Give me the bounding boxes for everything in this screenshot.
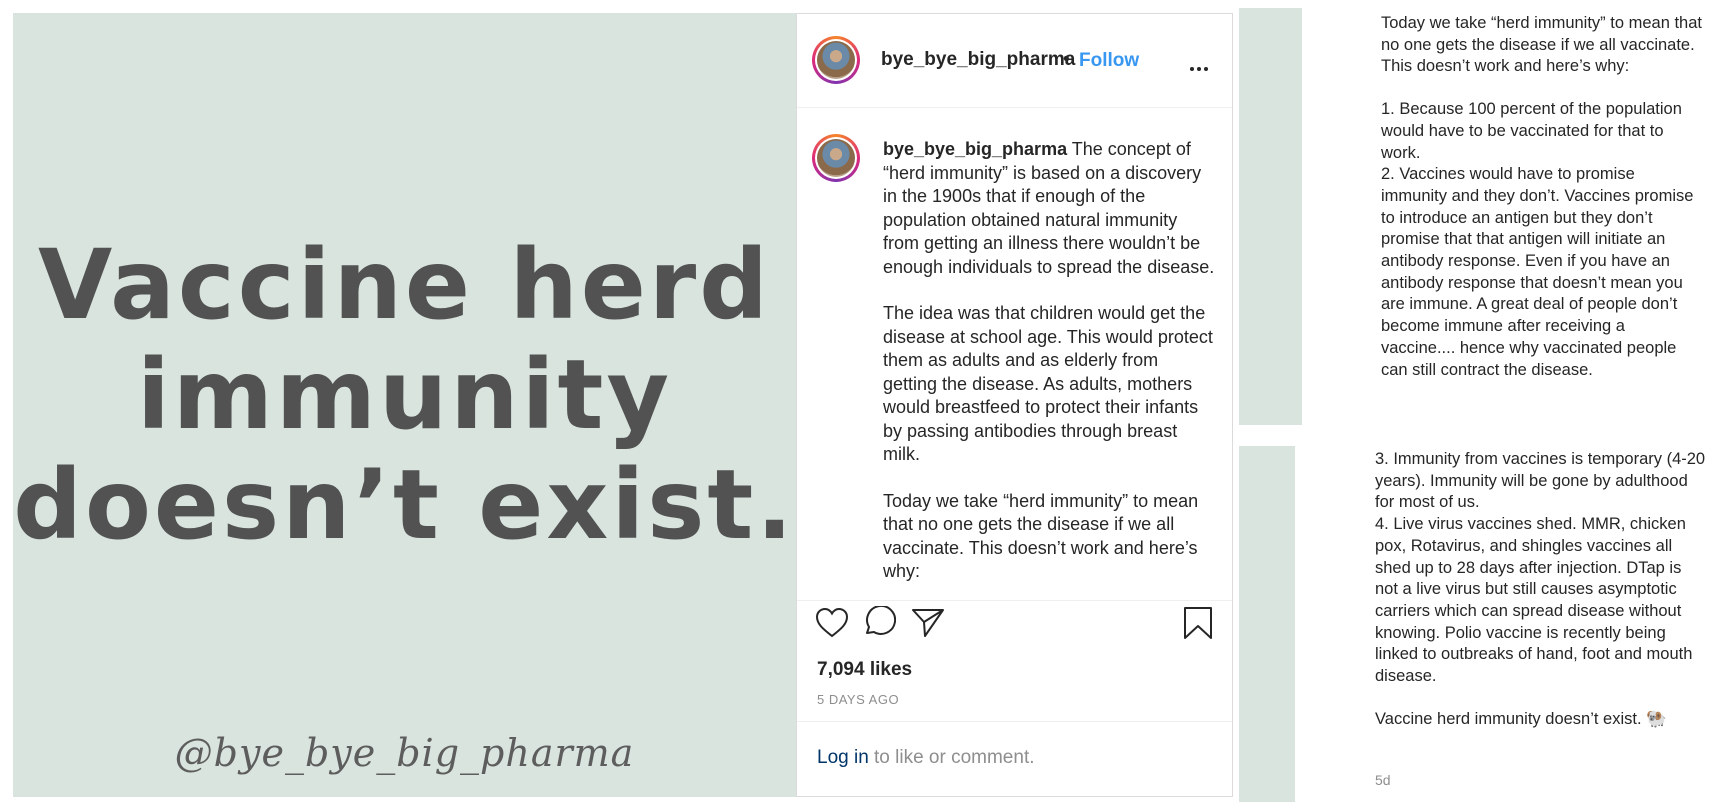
follow-button[interactable]: Follow	[1079, 50, 1139, 72]
caption-avatar[interactable]	[812, 134, 860, 182]
caption-continuation-2: 3. Immunity from vaccines is temporary (…	[1375, 449, 1707, 730]
image-headline: Vaccine herd immunity doesn’t exist.	[13, 230, 796, 560]
caption-p1-text: The concept of “herd immunity” is based …	[883, 139, 1215, 277]
caption-paragraph-3: Today we take “herd immunity” to mean th…	[883, 490, 1199, 582]
likes-count[interactable]: 7,094 likes	[817, 659, 912, 681]
caption-paragraph-1: bye_bye_big_pharma The concept of “herd …	[883, 138, 1215, 279]
post-image: Vaccine herd immunity doesn’t exist. @by…	[13, 13, 796, 797]
heart-icon[interactable]	[815, 607, 849, 643]
caption-text: bye_bye_big_pharma The concept of “herd …	[883, 138, 1215, 600]
image-handle-watermark: @bye_bye_big_pharma	[174, 731, 635, 775]
headline-line-2: immunity	[136, 339, 673, 451]
headline-line-1: Vaccine herd	[38, 229, 771, 341]
more-horizontal-icon[interactable]	[1190, 58, 1211, 76]
login-bar: Log in to like or comment.	[797, 721, 1232, 798]
caption-point-4: 4. Live virus vaccines shed. MMR, chicke…	[1375, 515, 1693, 686]
header-separator: •	[1063, 49, 1070, 70]
caption-paragraph-2: The idea was that children would get the…	[883, 303, 1213, 464]
headline-line-3: doesn’t exist.	[13, 449, 796, 561]
login-prompt-text: to like or comment.	[874, 747, 1035, 768]
comment-icon[interactable]	[862, 604, 897, 644]
login-link[interactable]: Log in	[817, 747, 869, 769]
caption-time: 5d	[1375, 772, 1391, 788]
caption-intro: Today we take “herd immunity” to mean th…	[1381, 14, 1702, 76]
post-header: bye_bye_big_pharma • Follow	[797, 14, 1232, 108]
caption-closing: Vaccine herd immunity doesn’t exist. 🐏	[1375, 709, 1667, 728]
post-detail-panel: bye_bye_big_pharma • Follow bye_bye_big_…	[796, 13, 1233, 797]
share-icon[interactable]	[911, 607, 945, 643]
cropped-image-strip	[1239, 446, 1295, 802]
caption-point-1: 1. Because 100 percent of the population…	[1381, 100, 1682, 162]
post-timestamp: 5 DAYS AGO	[817, 692, 900, 707]
action-bar	[797, 601, 1232, 643]
caption-scroll-area[interactable]: bye_bye_big_pharma The concept of “herd …	[797, 108, 1232, 601]
caption-username[interactable]: bye_bye_big_pharma	[883, 139, 1067, 159]
caption-continuation-1: Today we take “herd immunity” to mean th…	[1381, 13, 1703, 381]
caption-point-3: 3. Immunity from vaccines is temporary (…	[1375, 450, 1706, 512]
avatar-photo	[817, 139, 855, 177]
caption-point-2: 2. Vaccines would have to promise immuni…	[1381, 165, 1694, 379]
avatar[interactable]	[812, 36, 860, 84]
avatar-photo	[817, 41, 855, 79]
cropped-image-strip	[1239, 8, 1302, 425]
bookmark-icon[interactable]	[1183, 606, 1213, 645]
header-username[interactable]: bye_bye_big_pharma	[881, 49, 1075, 71]
